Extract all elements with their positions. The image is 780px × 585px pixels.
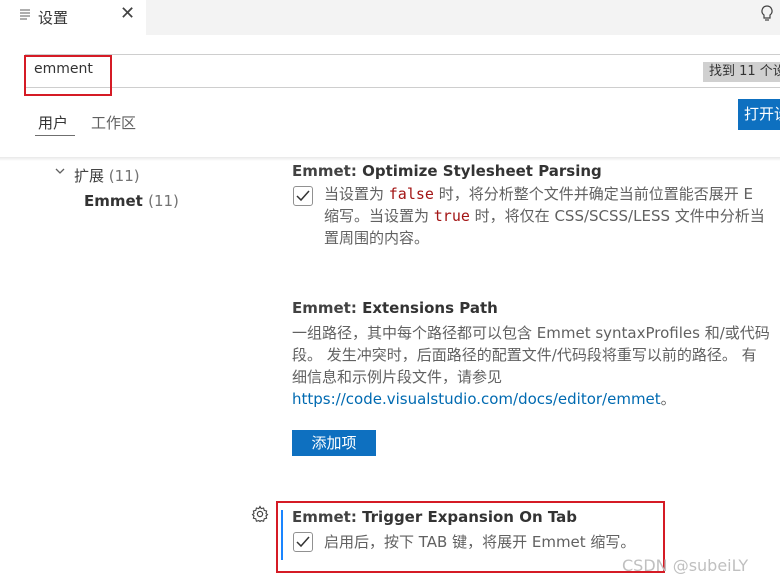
- header-divider: [0, 157, 780, 161]
- code-false: false: [388, 185, 434, 203]
- search-highlight-box: [24, 55, 112, 96]
- toc-emmet-count: (11): [148, 192, 179, 210]
- tab-workspace[interactable]: 工作区: [91, 112, 136, 133]
- desc-text: 段。 发生冲突时，后面路径的配置文件/代码段将重写以前的路径。 有: [292, 346, 757, 364]
- tab-title: 设置: [38, 9, 69, 27]
- toc-extensions-label: 扩展: [74, 167, 105, 185]
- settings-file-icon: [20, 9, 30, 20]
- results-count-badge: 找到 11 个设: [703, 62, 780, 82]
- setting-name: Optimize Stylesheet Parsing: [362, 162, 602, 180]
- desc-text: 一组路径，其中每个路径都可以包含 Emmet syntaxProfiles 和/…: [292, 324, 770, 342]
- toc-emmet-label: Emmet: [84, 192, 143, 210]
- setting-category: Emmet:: [292, 162, 363, 180]
- setting-category: Emmet:: [292, 299, 363, 317]
- close-icon[interactable]: ✕: [120, 3, 135, 25]
- setting-description: 一组路径，其中每个路径都可以包含 Emmet syntaxProfiles 和/…: [292, 322, 780, 410]
- tab-settings[interactable]: 设置 ✕: [0, 0, 146, 35]
- desc-text: 当设置为: [324, 185, 389, 203]
- desc-text: 细信息和示例片段文件，请参见: [292, 368, 503, 386]
- gear-icon[interactable]: [251, 505, 269, 523]
- search-input[interactable]: [34, 61, 634, 77]
- toc-item-emmet[interactable]: Emmet (11): [84, 192, 179, 210]
- lightbulb-icon[interactable]: [757, 4, 777, 24]
- tab-user[interactable]: 用户: [38, 112, 68, 133]
- desc-text: 置周围的内容。: [324, 229, 430, 247]
- trigger-highlight-box: [276, 501, 665, 573]
- setting-title-optimize-stylesheet-parsing: Emmet: Optimize Stylesheet Parsing: [292, 162, 602, 180]
- desc-text: 时，将分析整个文件并确定当前位置能否展开 E: [433, 185, 753, 203]
- toc-item-extensions[interactable]: 扩展 (11): [74, 165, 140, 186]
- setting-name: Extensions Path: [362, 299, 498, 317]
- optimize-parsing-checkbox[interactable]: [293, 186, 313, 206]
- setting-description: 当设置为 false 时，将分析整个文件并确定当前位置能否展开 E 缩写。当设置…: [324, 183, 780, 249]
- desc-text: 时，将仅在 CSS/SCSS/LESS 文件中分析当: [469, 207, 765, 225]
- chevron-down-icon[interactable]: [54, 165, 66, 177]
- setting-title-extensions-path: Emmet: Extensions Path: [292, 299, 498, 317]
- watermark: CSDN @subeiLY: [622, 556, 749, 575]
- open-settings-json-button[interactable]: 打开设: [738, 99, 780, 130]
- checkmark-icon: [296, 190, 310, 202]
- search-box: [25, 54, 780, 88]
- code-true: true: [433, 207, 470, 225]
- desc-text: 。: [660, 390, 676, 408]
- active-tab-underline: [35, 135, 75, 136]
- toc-extensions-count: (11): [108, 167, 140, 185]
- add-item-button[interactable]: 添加项: [292, 430, 376, 456]
- docs-link[interactable]: https://code.visualstudio.com/docs/edito…: [292, 390, 661, 408]
- desc-text: 缩写。当设置为: [324, 207, 434, 225]
